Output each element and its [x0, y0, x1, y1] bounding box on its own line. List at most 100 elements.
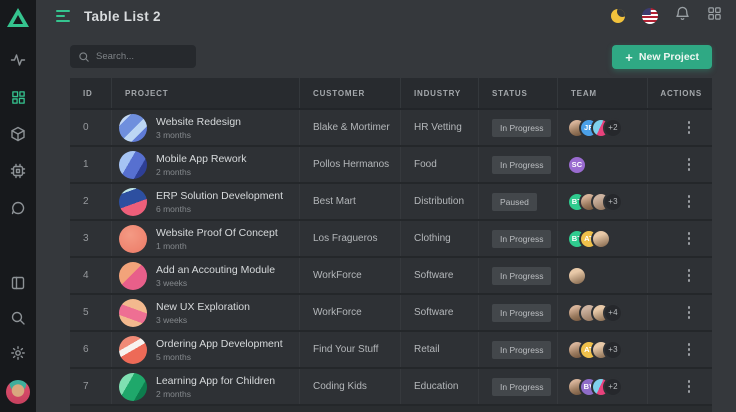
package-box-icon[interactable] — [10, 126, 26, 142]
search-input[interactable] — [96, 51, 188, 62]
customer: Pollos Hermanos — [300, 147, 401, 182]
industry: Distribution — [401, 184, 479, 219]
team-avatars — [558, 258, 648, 293]
plus-icon: + — [625, 51, 633, 64]
table-row[interactable]: 2 ERP Solution Development 6 months Best… — [70, 184, 712, 221]
row-actions-button[interactable] — [685, 118, 694, 137]
team-extra-count-badge: +3 — [603, 340, 623, 360]
row-actions-button[interactable] — [685, 192, 694, 211]
col-industry: Industry — [401, 78, 479, 108]
row-actions-button[interactable] — [685, 340, 694, 359]
status-cell: In Progress — [479, 295, 558, 330]
table-row[interactable]: 5 New UX Exploration 3 weeks WorkForce S… — [70, 295, 712, 332]
project-name: Mobile App Rework — [156, 153, 246, 165]
table-row[interactable]: 1 Mobile App Rework 2 months Pollos Herm… — [70, 147, 712, 184]
menu-hamburger-icon[interactable] — [56, 10, 70, 22]
status-badge: In Progress — [492, 230, 551, 248]
project-cell: ERP Solution Development 6 months — [112, 184, 300, 219]
status-cell: In Progress — [479, 147, 558, 182]
sidebar-bottom-nav — [6, 275, 30, 412]
dark-mode-moon-icon[interactable] — [611, 9, 625, 23]
row-id: 3 — [70, 221, 112, 256]
project-avatar-icon — [119, 188, 147, 216]
col-team: Team — [558, 78, 648, 108]
search-box[interactable] — [70, 45, 196, 68]
status-badge: In Progress — [492, 156, 551, 174]
project-cell: Website Redesign 3 months — [112, 110, 300, 145]
row-actions-button[interactable] — [685, 155, 694, 174]
status-badge: In Progress — [492, 378, 551, 396]
cpu-chip-icon[interactable] — [10, 163, 26, 179]
status-cell: In Progress — [479, 221, 558, 256]
industry: Education — [401, 369, 479, 404]
sidebar-nav — [10, 52, 26, 216]
app-logo[interactable] — [0, 0, 36, 34]
actions-cell — [648, 332, 712, 367]
team-avatars: BV+2 — [558, 369, 648, 404]
customer: WorkForce — [300, 258, 401, 293]
table-header: ID Project Customer Industry Status Team… — [70, 78, 712, 110]
row-actions-button[interactable] — [685, 377, 694, 396]
industry: HR Vetting — [401, 110, 479, 145]
notifications-bell-icon[interactable] — [675, 6, 690, 26]
project-avatar-icon — [119, 114, 147, 142]
project-avatar-icon — [119, 225, 147, 253]
table-row[interactable]: 4 Add an Accouting Module 3 weeks WorkFo… — [70, 258, 712, 295]
project-duration: 2 months — [156, 167, 246, 177]
industry: Clothing — [401, 221, 479, 256]
project-cell: Learning App for Children 2 months — [112, 369, 300, 404]
row-id: 2 — [70, 184, 112, 219]
user-avatar[interactable] — [6, 380, 30, 404]
row-actions-button[interactable] — [685, 266, 694, 285]
row-actions-button[interactable] — [685, 229, 694, 248]
col-actions: Actions — [648, 78, 712, 108]
apps-grid-icon[interactable] — [707, 6, 722, 26]
table-row[interactable]: 3 Website Proof Of Concept 1 month Los F… — [70, 221, 712, 258]
project-duration: 2 months — [156, 389, 275, 399]
table-row[interactable]: 0 Website Redesign 3 months Blake & Mort… — [70, 110, 712, 147]
actions-cell — [648, 147, 712, 182]
project-duration: 3 weeks — [156, 315, 250, 325]
project-cell: Ordering App Development 5 months — [112, 332, 300, 367]
triangle-logo-icon — [7, 8, 29, 27]
dashboard-grid-icon[interactable] — [10, 89, 26, 105]
row-id: 0 — [70, 110, 112, 145]
project-avatar-icon — [119, 336, 147, 364]
status-cell: Paused — [479, 184, 558, 219]
language-us-flag-icon[interactable] — [642, 8, 658, 24]
project-avatar-icon — [119, 262, 147, 290]
team-extra-count-badge: +4 — [603, 303, 623, 323]
status-cell: In Progress — [479, 258, 558, 293]
table-row[interactable]: 6 Ordering App Development 5 months Find… — [70, 332, 712, 369]
team-avatars: BTAT — [558, 221, 648, 256]
customer: Best Mart — [300, 184, 401, 219]
project-name: New UX Exploration — [156, 301, 250, 313]
new-project-button[interactable]: + New Project — [612, 45, 712, 69]
activity-icon[interactable] — [10, 52, 26, 68]
project-cell: Mobile App Rework 2 months — [112, 147, 300, 182]
actions-cell — [648, 369, 712, 404]
app-window: Table List 2 + New Project ID — [0, 0, 736, 412]
row-id: 5 — [70, 295, 112, 330]
projects-table: ID Project Customer Industry Status Team… — [70, 78, 712, 412]
layout-panel-icon[interactable] — [10, 275, 26, 291]
page-title: Table List 2 — [84, 9, 161, 24]
col-project: Project — [112, 78, 300, 108]
row-id: 4 — [70, 258, 112, 293]
row-id: 7 — [70, 369, 112, 404]
row-actions-button[interactable] — [685, 303, 694, 322]
chat-bubble-icon[interactable] — [10, 200, 26, 216]
topbar: Table List 2 — [36, 0, 736, 32]
row-id: 6 — [70, 332, 112, 367]
project-cell: Website Proof Of Concept 1 month — [112, 221, 300, 256]
customer: Blake & Mortimer — [300, 110, 401, 145]
status-cell: In Progress — [479, 110, 558, 145]
settings-gear-icon[interactable] — [10, 345, 26, 361]
table-row[interactable]: 7 Learning App for Children 2 months Cod… — [70, 369, 712, 406]
status-cell: In Progress — [479, 369, 558, 404]
status-badge: In Progress — [492, 119, 551, 137]
table-footer-strip — [70, 406, 712, 412]
col-id: ID — [70, 78, 112, 108]
search-icon[interactable] — [10, 310, 26, 326]
project-name: Add an Accouting Module — [156, 264, 275, 276]
